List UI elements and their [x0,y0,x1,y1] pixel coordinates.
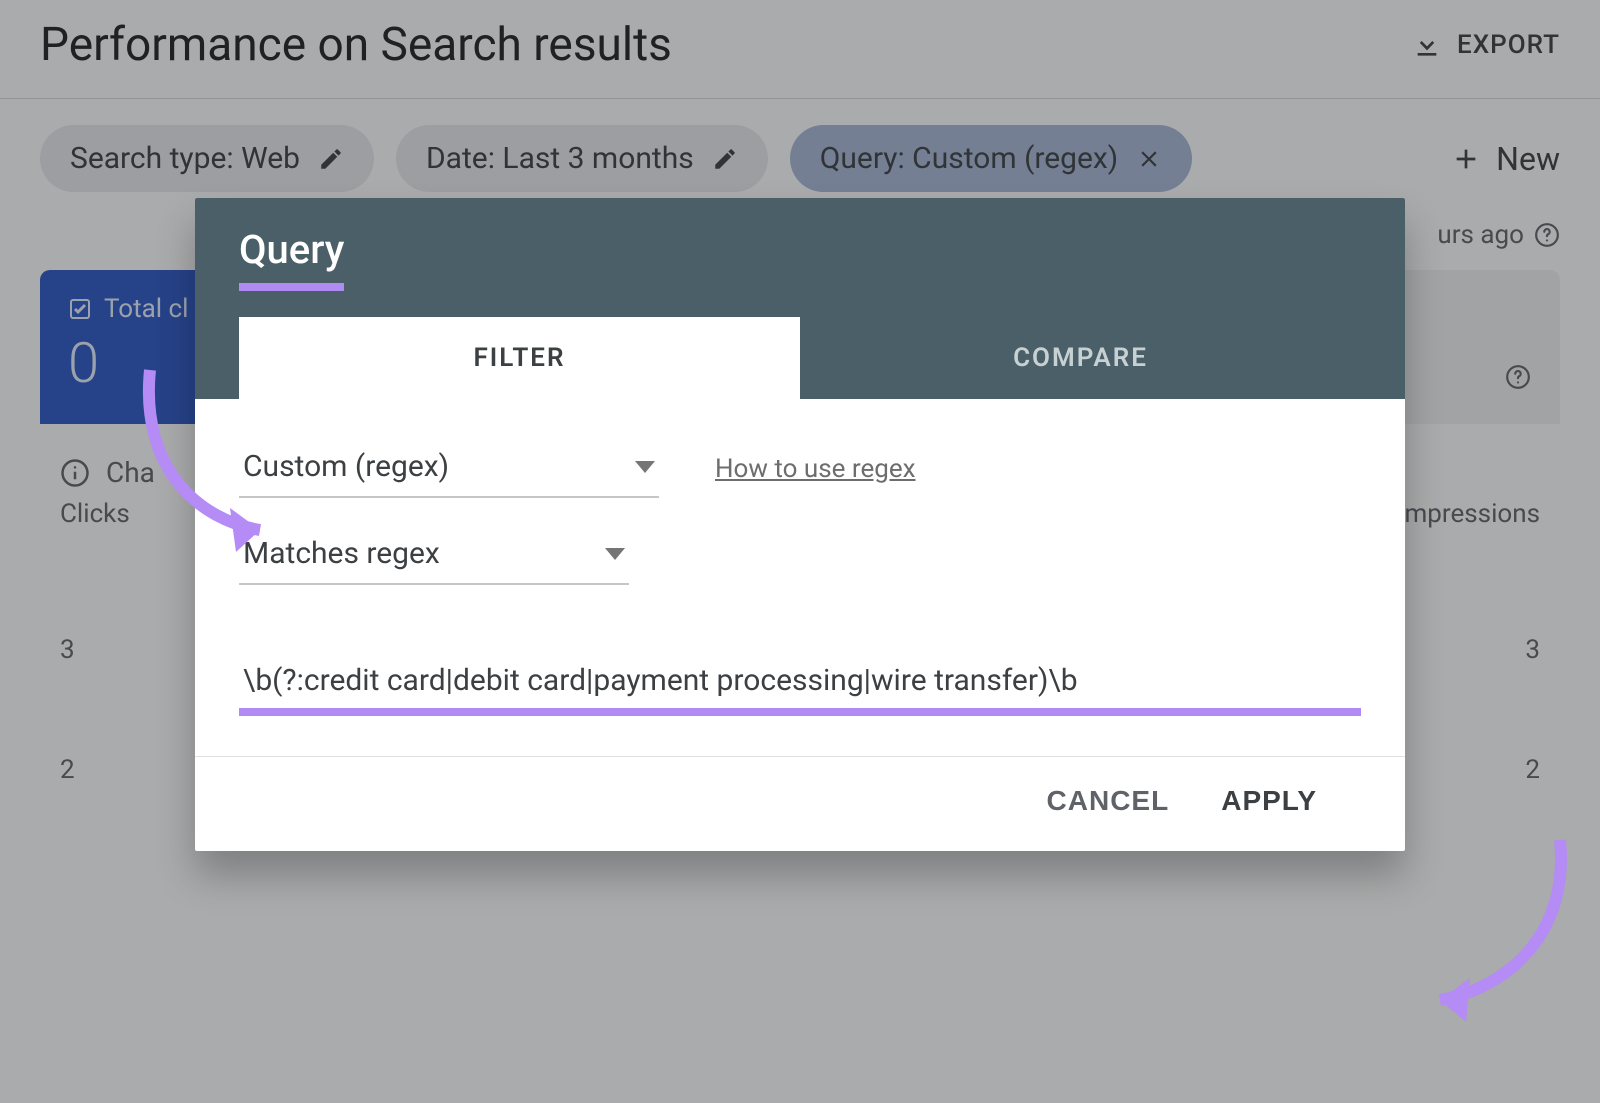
filter-mode-select[interactable]: Custom (regex) [239,439,659,498]
tab-compare[interactable]: COMPARE [800,317,1361,399]
chevron-down-icon [605,548,625,560]
cancel-button[interactable]: CANCEL [1047,785,1170,817]
dialog-body: Custom (regex) How to use regex Matches … [195,399,1405,851]
dialog-actions: CANCEL APPLY [239,757,1361,851]
query-filter-dialog: Query FILTER COMPARE Custom (regex) How … [195,198,1405,851]
apply-button[interactable]: APPLY [1221,785,1317,817]
match-mode-value: Matches regex [243,536,440,571]
filter-mode-value: Custom (regex) [243,449,449,484]
tab-filter[interactable]: FILTER [239,317,800,399]
dialog-header: Query FILTER COMPARE [195,198,1405,399]
match-mode-select[interactable]: Matches regex [239,526,629,585]
dialog-title: Query [239,226,344,291]
chevron-down-icon [635,461,655,473]
modal-scrim[interactable]: Query FILTER COMPARE Custom (regex) How … [0,0,1600,1103]
dialog-tabs: FILTER COMPARE [239,317,1361,399]
regex-help-link[interactable]: How to use regex [715,454,916,484]
regex-input[interactable] [239,641,1361,716]
